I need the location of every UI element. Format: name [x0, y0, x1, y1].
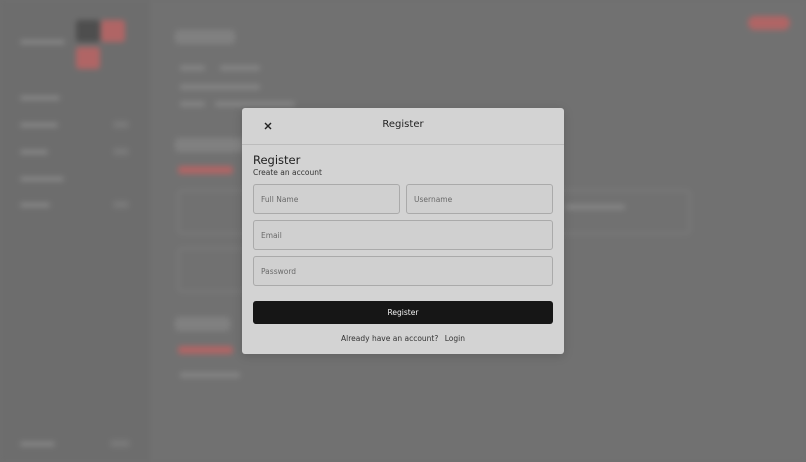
- full-name-field[interactable]: [253, 184, 400, 214]
- modal-header: Register: [242, 108, 564, 145]
- password-field[interactable]: [253, 256, 553, 286]
- register-button[interactable]: Register: [253, 301, 553, 324]
- modal-title: Register: [382, 119, 424, 130]
- register-modal: Register Register Create an account Regi…: [242, 108, 564, 354]
- login-prompt-text: Already have an account?: [341, 334, 439, 343]
- form-subheading: Create an account: [253, 168, 322, 177]
- login-prompt: Already have an account? Login: [242, 334, 564, 343]
- email-field[interactable]: [253, 220, 553, 250]
- login-link[interactable]: Login: [445, 334, 465, 343]
- form-heading: Register: [253, 153, 301, 167]
- username-field[interactable]: [406, 184, 553, 214]
